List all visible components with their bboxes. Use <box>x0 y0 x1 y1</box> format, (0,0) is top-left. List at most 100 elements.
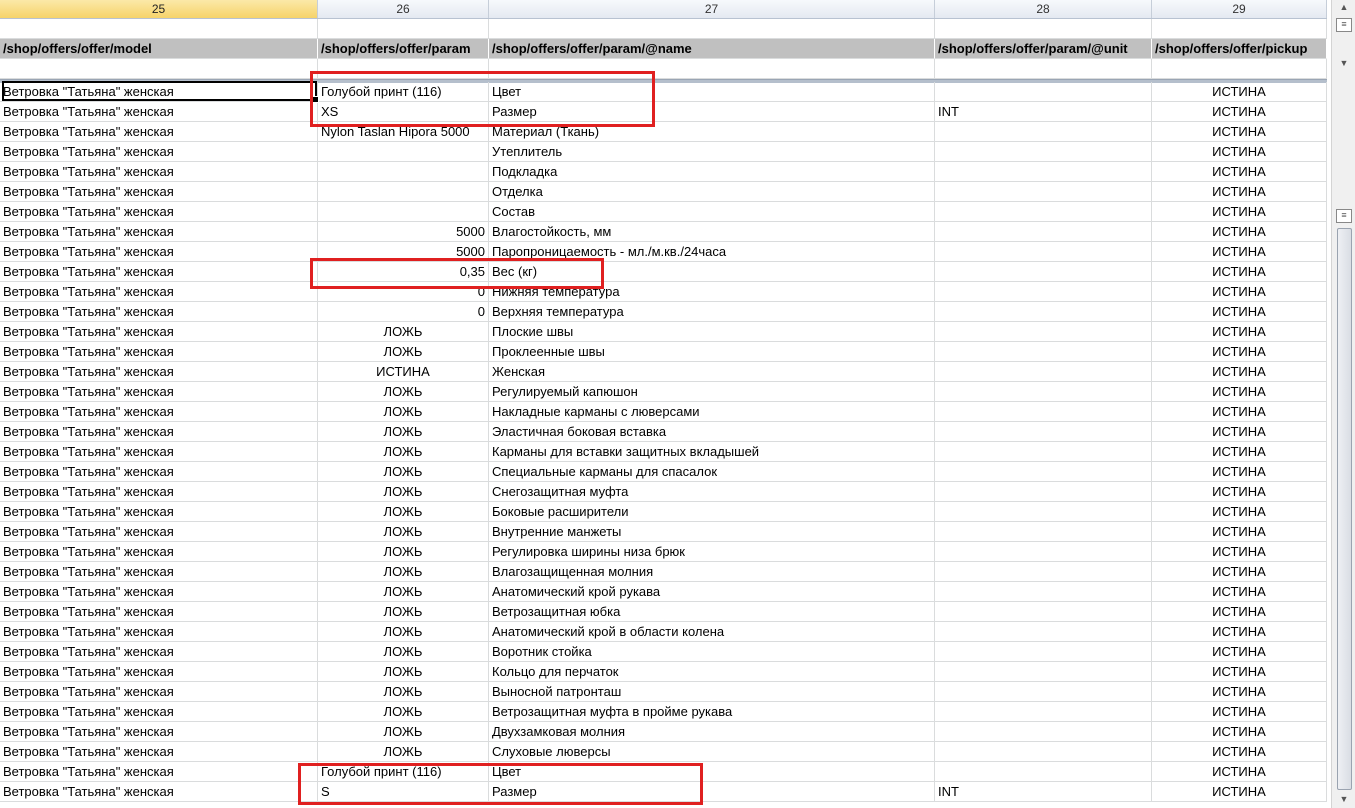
cell-param-unit[interactable] <box>935 662 1152 682</box>
cell-param-unit[interactable] <box>935 382 1152 402</box>
cell-pickup[interactable]: ИСТИНА <box>1152 562 1327 582</box>
cell-param[interactable]: Nylon Taslan Hipora 5000 <box>318 122 489 142</box>
header-cell-param-name[interactable]: /shop/offers/offer/param/@name <box>489 39 935 59</box>
cell-param-unit[interactable] <box>935 522 1152 542</box>
cell-param[interactable]: 0 <box>318 302 489 322</box>
cell-param[interactable]: ЛОЖЬ <box>318 542 489 562</box>
cell-pickup[interactable]: ИСТИНА <box>1152 522 1327 542</box>
cell-param[interactable]: ЛОЖЬ <box>318 322 489 342</box>
cell-param-unit[interactable] <box>935 202 1152 222</box>
table-cell[interactable] <box>0 59 318 79</box>
column-header-25[interactable]: 25 <box>0 0 318 18</box>
cell-pickup[interactable]: ИСТИНА <box>1152 162 1327 182</box>
column-header-26[interactable]: 26 <box>318 0 489 18</box>
cell-param-name[interactable]: Снегозащитная муфта <box>489 482 935 502</box>
cell-model[interactable]: Ветровка "Татьяна" женская <box>0 362 318 382</box>
cell-pickup[interactable]: ИСТИНА <box>1152 262 1327 282</box>
cell-param-name[interactable]: Проклеенные швы <box>489 342 935 362</box>
cell-param-name[interactable]: Размер <box>489 782 935 802</box>
cell-model[interactable]: Ветровка "Татьяна" женская <box>0 782 318 802</box>
cell-param-name[interactable]: Воротник стойка <box>489 642 935 662</box>
cell-model[interactable]: Ветровка "Татьяна" женская <box>0 462 318 482</box>
header-cell-model[interactable]: /shop/offers/offer/model <box>0 39 318 59</box>
cell-param-unit[interactable] <box>935 362 1152 382</box>
cell-pickup[interactable]: ИСТИНА <box>1152 122 1327 142</box>
cell-param-unit[interactable] <box>935 242 1152 262</box>
cell-param-name[interactable]: Плоские швы <box>489 322 935 342</box>
cell-pickup[interactable]: ИСТИНА <box>1152 542 1327 562</box>
cell-param-name[interactable]: Внутренние манжеты <box>489 522 935 542</box>
table-cell[interactable] <box>318 19 489 39</box>
scroll-up-icon[interactable]: ▲ <box>1336 0 1352 14</box>
cell-param-unit[interactable] <box>935 462 1152 482</box>
cell-pickup[interactable]: ИСТИНА <box>1152 362 1327 382</box>
cell-param-name[interactable]: Боковые расширители <box>489 502 935 522</box>
cell-pickup[interactable]: ИСТИНА <box>1152 202 1327 222</box>
cell-pickup[interactable]: ИСТИНА <box>1152 462 1327 482</box>
cell-param-unit[interactable] <box>935 482 1152 502</box>
cell-pickup[interactable]: ИСТИНА <box>1152 582 1327 602</box>
cell-param[interactable]: ЛОЖЬ <box>318 702 489 722</box>
cell-param-name[interactable]: Материал (Ткань) <box>489 122 935 142</box>
header-cell-pickup[interactable]: /shop/offers/offer/pickup <box>1152 39 1327 59</box>
cell-pickup[interactable]: ИСТИНА <box>1152 282 1327 302</box>
cell-param-unit[interactable] <box>935 502 1152 522</box>
cell-pickup[interactable]: ИСТИНА <box>1152 382 1327 402</box>
cell-param-unit[interactable] <box>935 162 1152 182</box>
cell-model[interactable]: Ветровка "Татьяна" женская <box>0 82 318 102</box>
cell-param-unit[interactable] <box>935 302 1152 322</box>
cell-param[interactable]: ЛОЖЬ <box>318 742 489 762</box>
cell-param[interactable]: ЛОЖЬ <box>318 722 489 742</box>
cell-param[interactable]: ЛОЖЬ <box>318 482 489 502</box>
cell-model[interactable]: Ветровка "Татьяна" женская <box>0 762 318 782</box>
cell-model[interactable]: Ветровка "Татьяна" женская <box>0 422 318 442</box>
cell-param-unit[interactable] <box>935 622 1152 642</box>
cell-param-name[interactable]: Кольцо для перчаток <box>489 662 935 682</box>
cell-param[interactable]: ИСТИНА <box>318 362 489 382</box>
cell-param-name[interactable]: Размер <box>489 102 935 122</box>
cell-model[interactable]: Ветровка "Татьяна" женская <box>0 502 318 522</box>
cell-param-unit[interactable] <box>935 122 1152 142</box>
cell-param-name[interactable]: Состав <box>489 202 935 222</box>
column-header-27[interactable]: 27 <box>489 0 935 18</box>
cell-param-name[interactable]: Карманы для вставки защитных вкладышей <box>489 442 935 462</box>
cell-pickup[interactable]: ИСТИНА <box>1152 782 1327 802</box>
cell-pickup[interactable]: ИСТИНА <box>1152 722 1327 742</box>
cell-param[interactable]: ЛОЖЬ <box>318 422 489 442</box>
cell-model[interactable]: Ветровка "Татьяна" женская <box>0 122 318 142</box>
spreadsheet-grid[interactable]: 25 26 27 28 29 /shop/offers/offer/model … <box>0 0 1327 808</box>
cell-param-name[interactable]: Влагозащищенная молния <box>489 562 935 582</box>
cell-pickup[interactable]: ИСТИНА <box>1152 662 1327 682</box>
cell-param[interactable]: XS <box>318 102 489 122</box>
cell-pickup[interactable]: ИСТИНА <box>1152 642 1327 662</box>
cell-model[interactable]: Ветровка "Татьяна" женская <box>0 482 318 502</box>
cell-param-name[interactable]: Вес (кг) <box>489 262 935 282</box>
cell-param-unit[interactable] <box>935 142 1152 162</box>
cell-param[interactable]: ЛОЖЬ <box>318 682 489 702</box>
table-cell[interactable] <box>0 19 318 39</box>
cell-param-unit[interactable] <box>935 762 1152 782</box>
cell-param[interactable]: ЛОЖЬ <box>318 562 489 582</box>
cell-pickup[interactable]: ИСТИНА <box>1152 762 1327 782</box>
cell-param-unit[interactable] <box>935 682 1152 702</box>
table-cell[interactable] <box>489 19 935 39</box>
cell-param-unit[interactable] <box>935 322 1152 342</box>
scroll-down-icon[interactable]: ▼ <box>1336 56 1352 70</box>
cell-pickup[interactable]: ИСТИНА <box>1152 502 1327 522</box>
cell-pickup[interactable]: ИСТИНА <box>1152 222 1327 242</box>
cell-param-unit[interactable] <box>935 222 1152 242</box>
cell-model[interactable]: Ветровка "Татьяна" женская <box>0 602 318 622</box>
cell-param-unit[interactable] <box>935 722 1152 742</box>
cell-pickup[interactable]: ИСТИНА <box>1152 182 1327 202</box>
cell-param-unit[interactable] <box>935 442 1152 462</box>
cell-pickup[interactable]: ИСТИНА <box>1152 442 1327 462</box>
cell-model[interactable]: Ветровка "Татьяна" женская <box>0 282 318 302</box>
cell-model[interactable]: Ветровка "Татьяна" женская <box>0 162 318 182</box>
cell-param-unit[interactable] <box>935 602 1152 622</box>
cell-param[interactable]: 5000 <box>318 222 489 242</box>
cell-model[interactable]: Ветровка "Татьяна" женская <box>0 442 318 462</box>
cell-param-name[interactable]: Регулируемый капюшон <box>489 382 935 402</box>
cell-model[interactable]: Ветровка "Татьяна" женская <box>0 222 318 242</box>
cell-model[interactable]: Ветровка "Татьяна" женская <box>0 742 318 762</box>
cell-param-unit[interactable] <box>935 582 1152 602</box>
